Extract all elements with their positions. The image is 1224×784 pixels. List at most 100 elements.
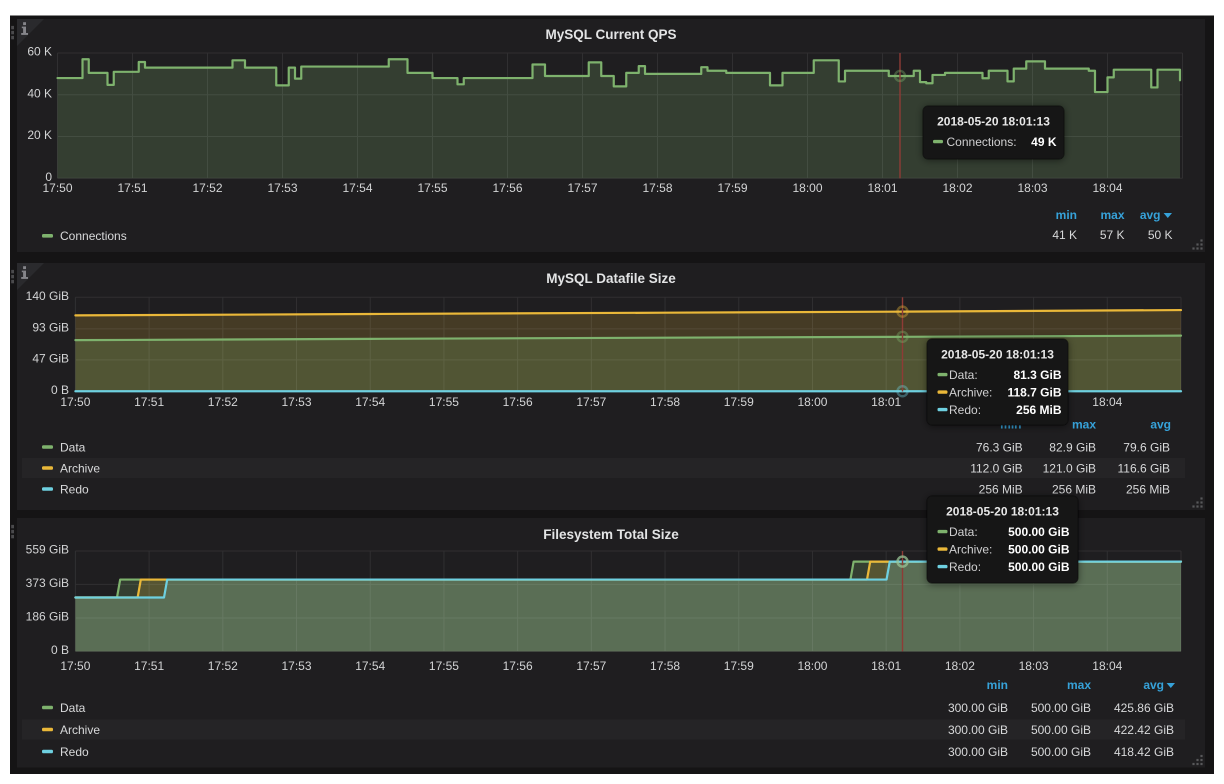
svg-text:17:58: 17:58 [650, 395, 680, 409]
svg-text:0 B: 0 B [51, 643, 69, 657]
svg-text:559 GiB: 559 GiB [26, 543, 69, 557]
svg-text:50 K: 50 K [1148, 228, 1173, 242]
svg-text:17:54: 17:54 [355, 659, 385, 673]
svg-text:300.00 GiB: 300.00 GiB [948, 745, 1008, 759]
svg-text:2018-05-20 18:01:13: 2018-05-20 18:01:13 [946, 505, 1059, 519]
svg-text:Data: Data [60, 440, 86, 454]
svg-text:17:52: 17:52 [208, 659, 238, 673]
svg-text:186 GiB: 186 GiB [26, 610, 69, 624]
svg-text:Redo:: Redo: [949, 403, 981, 417]
svg-text:17:57: 17:57 [567, 181, 597, 195]
svg-text:17:59: 17:59 [724, 659, 754, 673]
svg-text:17:53: 17:53 [267, 181, 297, 195]
svg-text:60 K: 60 K [27, 45, 52, 59]
svg-text:300.00 GiB: 300.00 GiB [948, 723, 1008, 737]
svg-text:18:01: 18:01 [867, 181, 897, 195]
svg-text:500.00 GiB: 500.00 GiB [1031, 745, 1091, 759]
svg-text:17:52: 17:52 [208, 395, 238, 409]
svg-text:256 MiB: 256 MiB [1052, 482, 1096, 496]
svg-text:17:57: 17:57 [576, 395, 606, 409]
svg-text:500.00 GiB: 500.00 GiB [1031, 723, 1091, 737]
svg-text:76.3 GiB: 76.3 GiB [976, 440, 1023, 454]
svg-text:20 K: 20 K [27, 128, 52, 142]
svg-text:Archive: Archive [60, 461, 100, 475]
svg-text:MySQL Current QPS: MySQL Current QPS [545, 27, 676, 42]
svg-text:Connections:: Connections: [947, 135, 1017, 149]
svg-text:Archive: Archive [60, 723, 100, 737]
svg-text:Filesystem Total Size: Filesystem Total Size [543, 527, 679, 542]
svg-text:17:50: 17:50 [60, 395, 90, 409]
svg-text:18:02: 18:02 [945, 659, 975, 673]
svg-text:17:53: 17:53 [282, 395, 312, 409]
svg-text:300.00 GiB: 300.00 GiB [948, 701, 1008, 715]
svg-text:2018-05-20 18:01:13: 2018-05-20 18:01:13 [937, 115, 1050, 129]
svg-text:17:57: 17:57 [576, 659, 606, 673]
svg-text:82.9 GiB: 82.9 GiB [1049, 440, 1096, 454]
svg-text:121.0 GiB: 121.0 GiB [1043, 461, 1096, 475]
svg-text:18:00: 18:00 [792, 181, 822, 195]
svg-text:Redo: Redo [60, 745, 89, 759]
svg-text:avg: avg [1140, 208, 1161, 222]
svg-text:17:54: 17:54 [342, 181, 372, 195]
svg-text:17:55: 17:55 [429, 659, 459, 673]
svg-text:Data:: Data: [949, 525, 978, 539]
svg-text:17:56: 17:56 [503, 659, 533, 673]
svg-text:max: max [1100, 208, 1124, 222]
svg-text:min: min [1056, 208, 1077, 222]
svg-text:256 MiB: 256 MiB [1126, 482, 1170, 496]
svg-text:18:04: 18:04 [1092, 181, 1122, 195]
svg-text:17:56: 17:56 [492, 181, 522, 195]
svg-text:17:58: 17:58 [642, 181, 672, 195]
svg-text:256 MiB: 256 MiB [979, 482, 1023, 496]
svg-text:2018-05-20 18:01:13: 2018-05-20 18:01:13 [941, 348, 1054, 362]
svg-text:17:59: 17:59 [724, 395, 754, 409]
svg-text:116.6 GiB: 116.6 GiB [1118, 461, 1170, 475]
svg-text:18:00: 18:00 [797, 395, 827, 409]
svg-text:47 GiB: 47 GiB [32, 351, 69, 365]
svg-text:18:01: 18:01 [871, 659, 901, 673]
svg-text:49 K: 49 K [1031, 135, 1057, 149]
svg-text:Archive:: Archive: [949, 542, 992, 556]
svg-text:57 K: 57 K [1100, 228, 1125, 242]
svg-text:140 GiB: 140 GiB [26, 289, 69, 303]
svg-text:Data: Data [60, 701, 86, 715]
svg-text:17:58: 17:58 [650, 659, 680, 673]
svg-text:17:50: 17:50 [42, 181, 72, 195]
svg-text:18:03: 18:03 [1017, 181, 1047, 195]
svg-text:17:51: 17:51 [134, 659, 164, 673]
svg-text:17:56: 17:56 [503, 395, 533, 409]
svg-text:118.7 GiB: 118.7 GiB [1007, 385, 1061, 399]
svg-text:256 MiB: 256 MiB [1016, 403, 1062, 417]
svg-text:373 GiB: 373 GiB [26, 576, 69, 590]
svg-text:Connections: Connections [60, 229, 127, 243]
svg-text:81.3 GiB: 81.3 GiB [1013, 368, 1061, 382]
svg-text:500.00 GiB: 500.00 GiB [1008, 525, 1070, 539]
svg-text:max: max [1067, 678, 1091, 692]
svg-text:41 K: 41 K [1052, 228, 1077, 242]
svg-text:avg: avg [1150, 418, 1171, 432]
svg-text:17:55: 17:55 [417, 181, 447, 195]
svg-text:500.00 GiB: 500.00 GiB [1008, 560, 1070, 574]
svg-text:17:59: 17:59 [717, 181, 747, 195]
svg-text:418.42 GiB: 418.42 GiB [1114, 745, 1174, 759]
svg-text:max: max [1072, 418, 1096, 432]
svg-text:Data:: Data: [949, 368, 978, 382]
svg-text:112.0 GiB: 112.0 GiB [970, 461, 1022, 475]
svg-text:40 K: 40 K [27, 86, 52, 100]
svg-text:79.6 GiB: 79.6 GiB [1123, 440, 1170, 454]
svg-text:18:02: 18:02 [942, 181, 972, 195]
svg-text:17:52: 17:52 [192, 181, 222, 195]
svg-text:MySQL Datafile Size: MySQL Datafile Size [546, 271, 676, 286]
svg-text:425.86 GiB: 425.86 GiB [1114, 701, 1174, 715]
svg-text:18:04: 18:04 [1092, 395, 1122, 409]
svg-text:min: min [987, 678, 1008, 692]
svg-text:18:04: 18:04 [1092, 659, 1122, 673]
svg-text:Archive:: Archive: [949, 385, 992, 399]
svg-text:18:00: 18:00 [797, 659, 827, 673]
svg-text:17:53: 17:53 [282, 659, 312, 673]
svg-text:17:54: 17:54 [355, 395, 385, 409]
svg-text:93 GiB: 93 GiB [32, 321, 69, 335]
svg-text:500.00 GiB: 500.00 GiB [1008, 542, 1070, 556]
svg-text:17:51: 17:51 [117, 181, 147, 195]
svg-text:422.42 GiB: 422.42 GiB [1114, 723, 1174, 737]
